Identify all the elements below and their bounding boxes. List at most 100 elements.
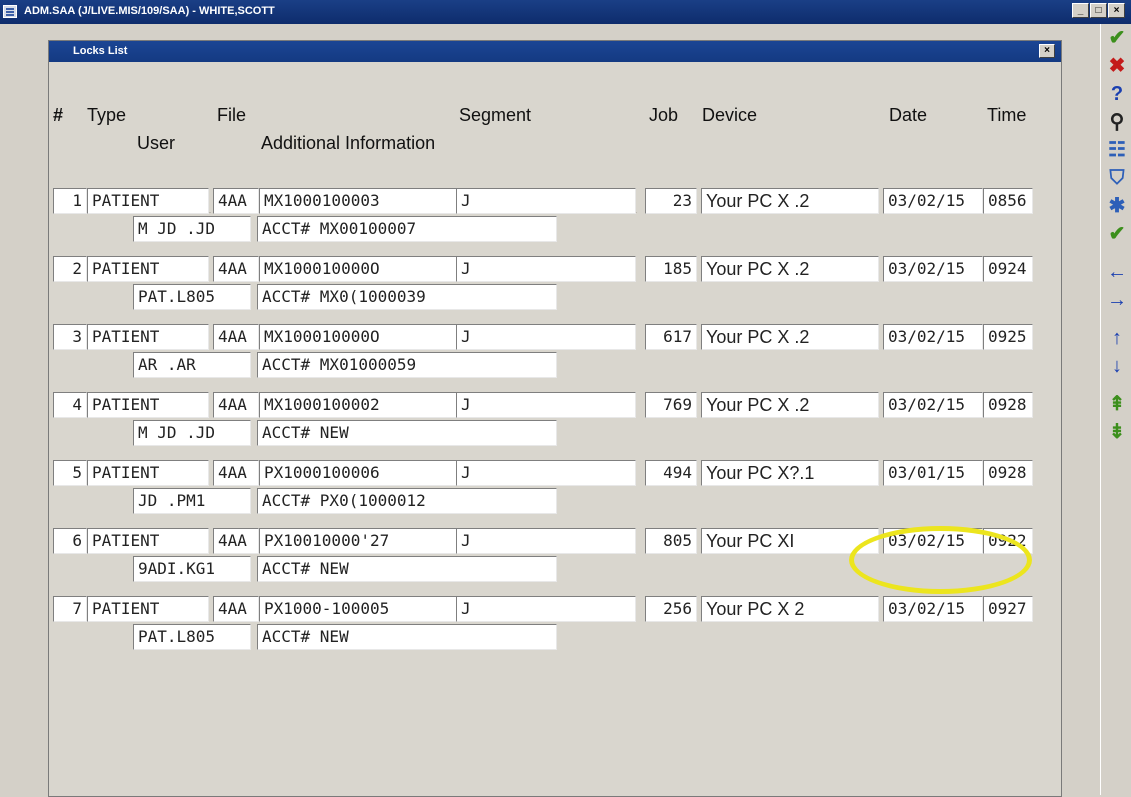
lock-record-row: 5 PATIENT 4AA PX1000100006 J 494 Your PC X?.1 0… <box>49 460 1061 520</box>
job-field[interactable]: 185 <box>645 256 697 282</box>
device-field[interactable]: Your PC X .2 <box>701 324 879 350</box>
type-field[interactable]: PATIENT <box>87 528 209 554</box>
segment-node-field[interactable]: J <box>456 460 636 486</box>
page-down-icon[interactable]: ⇟ <box>1105 420 1129 444</box>
record-number-field[interactable]: 4 <box>53 392 87 418</box>
filter-icon[interactable]: ⛉ <box>1105 166 1129 190</box>
asterisk-icon[interactable]: ✱ <box>1105 194 1129 218</box>
record-number-field[interactable]: 6 <box>53 528 87 554</box>
time-field[interactable]: 0928 <box>983 460 1033 486</box>
record-number-field[interactable]: 3 <box>53 324 87 350</box>
user-field[interactable]: AR .AR <box>133 352 251 378</box>
file-field[interactable]: 4AA <box>213 596 259 622</box>
arrow-down-icon[interactable]: ↓ <box>1105 354 1129 378</box>
segment-field[interactable]: MX1000100002 <box>259 392 459 418</box>
file-field[interactable]: 4AA <box>213 460 259 486</box>
file-field[interactable]: 4AA <box>213 324 259 350</box>
user-field[interactable]: JD .PM1 <box>133 488 251 514</box>
user-field[interactable]: PAT.L805 <box>133 284 251 310</box>
additional-info-field[interactable]: ACCT# NEW <box>257 420 557 446</box>
arrow-right-icon[interactable]: → <box>1105 288 1129 312</box>
right-toolbar: ✔ ✖? ⚲ ☷ ⛉ ✱ ✔ ← → ↑ ↓ ⇞ ⇟ <box>1100 24 1131 795</box>
file-field[interactable]: 4AA <box>213 188 259 214</box>
file-field[interactable]: 4AA <box>213 256 259 282</box>
date-field[interactable]: 03/01/15 <box>883 460 983 486</box>
device-field[interactable]: Your PC X 2 <box>701 596 879 622</box>
type-field[interactable]: PATIENT <box>87 188 209 214</box>
job-field[interactable]: 805 <box>645 528 697 554</box>
segment-field[interactable]: MX1000100003 <box>259 188 459 214</box>
record-number-field[interactable]: 2 <box>53 256 87 282</box>
time-field[interactable]: 0927 <box>983 596 1033 622</box>
arrow-left-icon[interactable]: ← <box>1105 260 1129 284</box>
job-field[interactable]: 769 <box>645 392 697 418</box>
device-field[interactable]: Your PC X?.1 <box>701 460 879 486</box>
header-user: User <box>137 133 176 153</box>
user-field[interactable]: PAT.L805 <box>133 624 251 650</box>
date-field[interactable]: 03/02/15 <box>883 188 983 214</box>
close-button[interactable]: × <box>1108 3 1125 18</box>
time-field[interactable]: 0925 <box>983 324 1033 350</box>
check-all-icon[interactable]: ✔ <box>1105 222 1129 246</box>
segment-node-field[interactable]: J <box>456 188 636 214</box>
file-field[interactable]: 4AA <box>213 528 259 554</box>
user-field[interactable]: M JD .JD <box>133 216 251 242</box>
record-number-field[interactable]: 1 <box>53 188 87 214</box>
lock-record-row: 7 PATIENT 4AA PX1000-100005 J 256 Your PC X 20… <box>49 596 1061 656</box>
additional-info-field[interactable]: ACCT# MX0(1000039 <box>257 284 557 310</box>
segment-node-field[interactable]: J <box>456 596 636 622</box>
record-number-field[interactable]: 5 <box>53 460 87 486</box>
user-field[interactable]: M JD .JD <box>133 420 251 446</box>
device-field[interactable]: Your PC X .2 <box>701 188 879 214</box>
job-field[interactable]: 256 <box>645 596 697 622</box>
additional-info-field[interactable]: ACCT# PX0(1000012 <box>257 488 557 514</box>
date-field[interactable]: 03/02/15 <box>883 256 983 282</box>
dialog-close-button[interactable]: × <box>1039 44 1055 58</box>
date-field[interactable]: 03/02/15 <box>883 324 983 350</box>
arrow-up-icon[interactable]: ↑ <box>1105 326 1129 350</box>
segment-node-field[interactable]: J <box>456 392 636 418</box>
segment-field[interactable]: MX100010000O <box>259 256 459 282</box>
help-question-icon[interactable]: ? <box>1105 82 1129 106</box>
page-up-icon[interactable]: ⇞ <box>1105 392 1129 416</box>
maximize-button[interactable]: □ <box>1090 3 1107 18</box>
date-field[interactable]: 03/02/15 <box>883 392 983 418</box>
file-field[interactable]: 4AA <box>213 392 259 418</box>
additional-info-field[interactable]: ACCT# NEW <box>257 556 557 582</box>
type-field[interactable]: PATIENT <box>87 256 209 282</box>
segment-field[interactable]: PX10010000'27 <box>259 528 459 554</box>
segment-field[interactable]: PX1000100006 <box>259 460 459 486</box>
job-field[interactable]: 617 <box>645 324 697 350</box>
job-field[interactable]: 494 <box>645 460 697 486</box>
header-segment: Segment <box>459 105 532 125</box>
binoculars-icon[interactable]: ⚲ <box>1105 110 1129 134</box>
list-delete-icon[interactable]: ☷ <box>1105 138 1129 162</box>
device-field[interactable]: Your PC X .2 <box>701 256 879 282</box>
job-field[interactable]: 23 <box>645 188 697 214</box>
device-field[interactable]: Your PC X .2 <box>701 392 879 418</box>
segment-node-field[interactable]: J <box>456 324 636 350</box>
segment-node-field[interactable]: J <box>456 528 636 554</box>
date-field[interactable]: 03/02/15 <box>883 596 983 622</box>
lock-record-row: 4 PATIENT 4AA MX1000100002 J 769 Your PC X .2 0… <box>49 392 1061 452</box>
user-field[interactable]: 9ADI.KG1 <box>133 556 251 582</box>
record-number-field[interactable]: 7 <box>53 596 87 622</box>
header-type: Type <box>87 105 127 125</box>
minimize-button[interactable]: _ <box>1072 3 1089 18</box>
time-field[interactable]: 0856 <box>983 188 1033 214</box>
additional-info-field[interactable]: ACCT# NEW <box>257 624 557 650</box>
segment-field[interactable]: MX100010000O <box>259 324 459 350</box>
cancel-x-icon[interactable]: ✖ <box>1105 54 1129 78</box>
window-controls: _ □ × <box>1072 3 1125 18</box>
time-field[interactable]: 0924 <box>983 256 1033 282</box>
segment-field[interactable]: PX1000-100005 <box>259 596 459 622</box>
ok-check-icon[interactable]: ✔ <box>1105 26 1129 50</box>
type-field[interactable]: PATIENT <box>87 460 209 486</box>
type-field[interactable]: PATIENT <box>87 392 209 418</box>
type-field[interactable]: PATIENT <box>87 596 209 622</box>
time-field[interactable]: 0928 <box>983 392 1033 418</box>
additional-info-field[interactable]: ACCT# MX01000059 <box>257 352 557 378</box>
type-field[interactable]: PATIENT <box>87 324 209 350</box>
additional-info-field[interactable]: ACCT# MX00100007 <box>257 216 557 242</box>
segment-node-field[interactable]: J <box>456 256 636 282</box>
